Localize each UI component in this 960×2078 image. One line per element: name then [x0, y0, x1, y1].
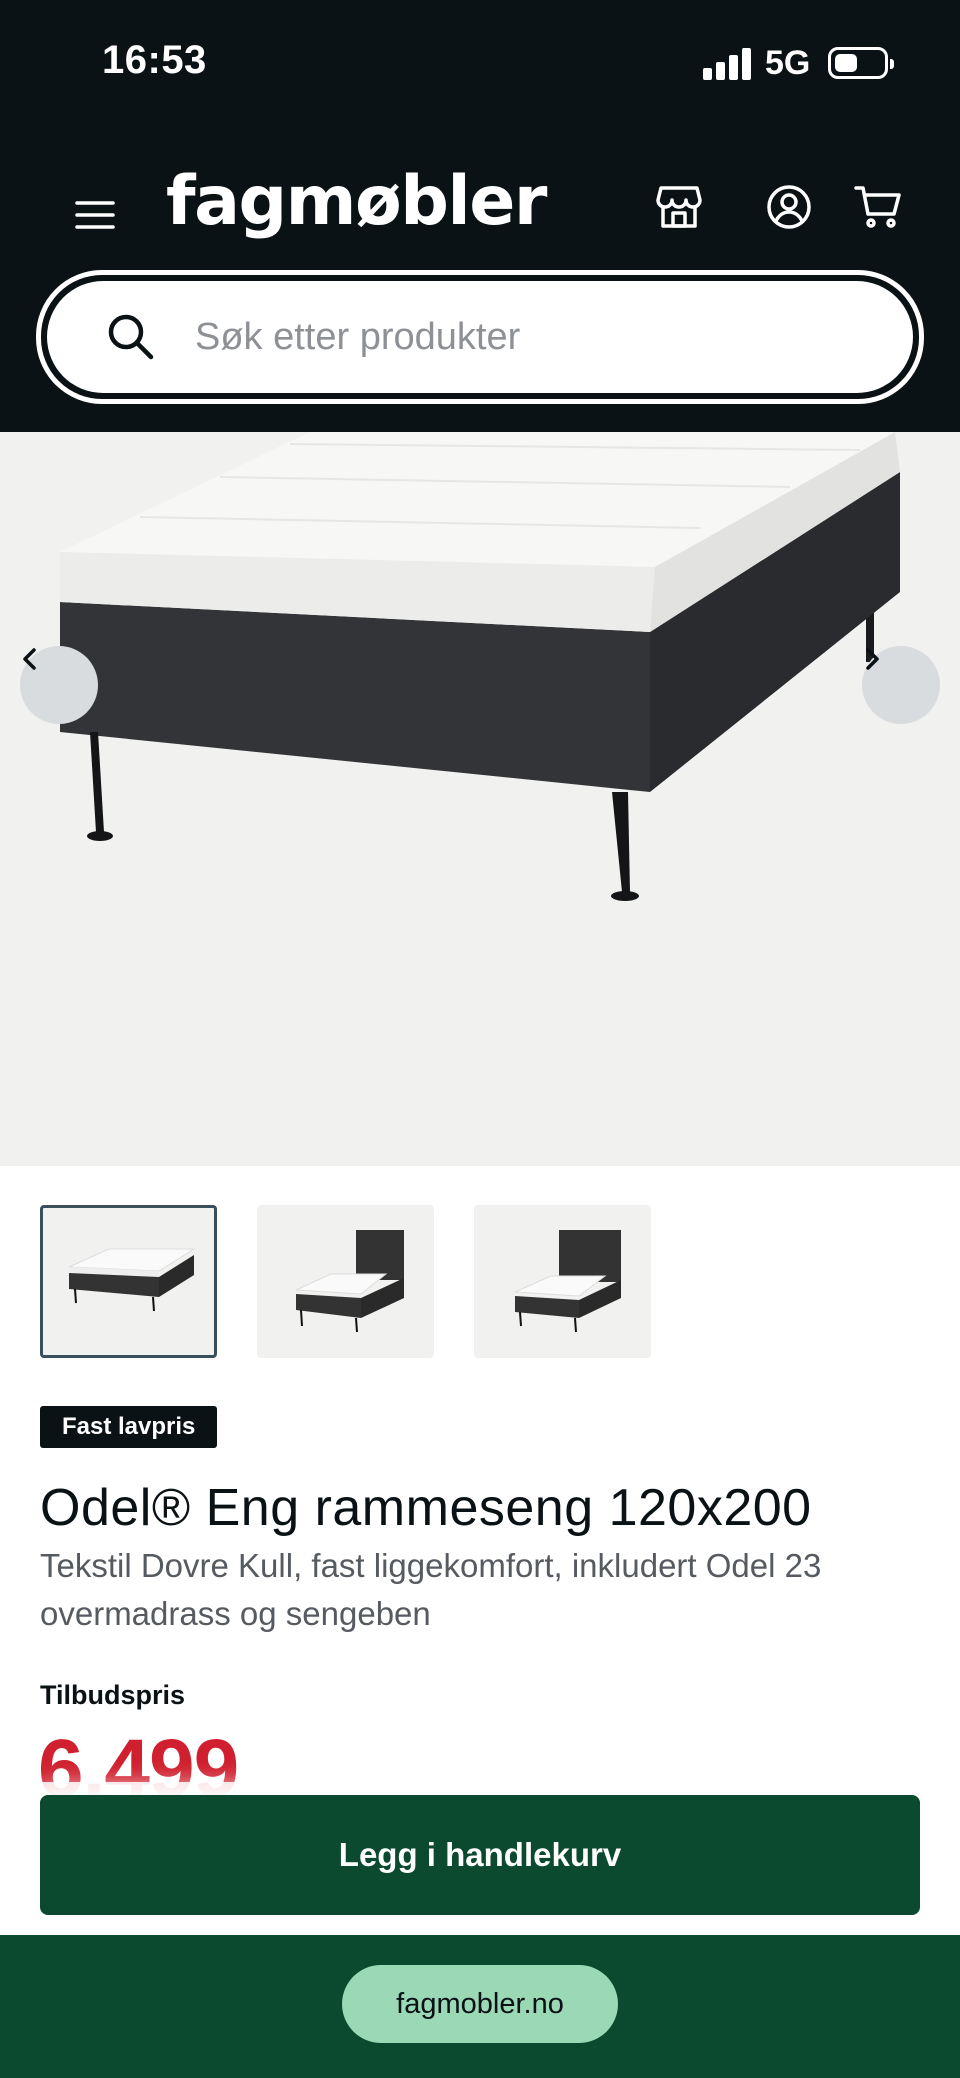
product-title: Odel® Eng rammeseng 120x200 — [40, 1479, 812, 1537]
account-icon[interactable] — [762, 180, 816, 234]
status-bar: 16:53 5G — [0, 0, 960, 130]
url-bar[interactable]: fagmobler.no — [342, 1965, 618, 2043]
thumbnail-2[interactable] — [257, 1205, 434, 1358]
bed-thumbnail-image — [68, 1248, 196, 1311]
chevron-left-icon — [23, 648, 36, 670]
menu-icon[interactable] — [70, 190, 120, 240]
browser-toolbar: fagmobler.no — [0, 1935, 960, 2078]
thumbnail-1[interactable] — [40, 1205, 217, 1358]
thumbnail-3[interactable] — [474, 1205, 651, 1358]
search-bar — [36, 270, 924, 404]
network-type: 5G — [765, 44, 811, 82]
bed-with-headboard-thumbnail-image — [295, 1229, 404, 1332]
chevron-right-icon — [866, 648, 879, 670]
previous-image-button[interactable] — [20, 646, 98, 724]
search-input[interactable] — [195, 301, 835, 373]
store-icon[interactable] — [652, 180, 706, 234]
next-image-button[interactable] — [862, 646, 940, 724]
cart-icon[interactable] — [850, 178, 906, 234]
bed-with-headboard-thumbnail-image — [514, 1229, 621, 1332]
site-logo[interactable]: fagmøbler — [166, 162, 547, 241]
bed-image — [60, 432, 900, 901]
status-time: 16:53 — [102, 38, 207, 82]
product-image-carousel[interactable] — [0, 432, 960, 1166]
search-icon[interactable] — [105, 311, 157, 363]
signal-icon — [703, 48, 751, 80]
thumbnail-strip — [40, 1205, 651, 1358]
battery-icon — [828, 47, 894, 79]
site-header: fagmøbler — [0, 130, 960, 432]
product-description: Tekstil Dovre Kull, fast liggekomfort, i… — [40, 1547, 822, 1632]
add-to-cart-button[interactable]: Legg i handlekurv — [40, 1795, 920, 1915]
price-badge: Fast lavpris — [40, 1406, 218, 1448]
price-label: Tilbudspris — [40, 1680, 186, 1710]
